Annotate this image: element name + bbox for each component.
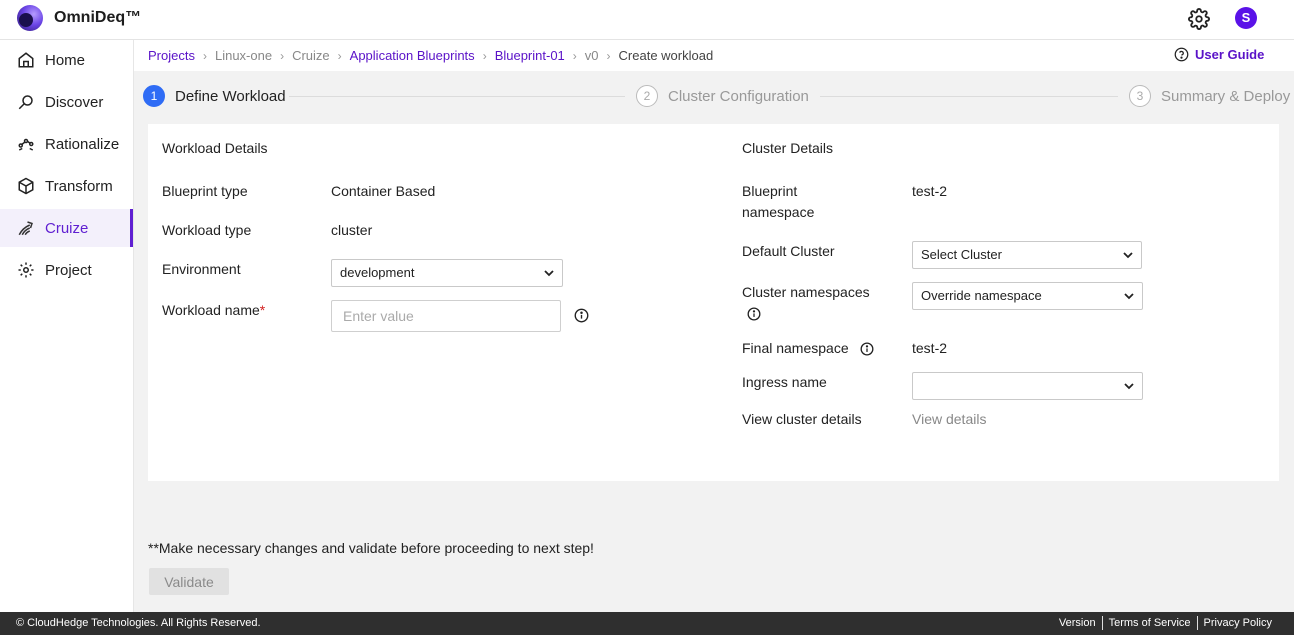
sidebar-item-label: Project: [45, 261, 92, 279]
footer-links: Version Terms of Service Privacy Policy: [1053, 616, 1278, 630]
step-summary-deploy[interactable]: 3 Summary & Deploy: [1129, 85, 1290, 107]
environment-selected-value: development: [340, 265, 415, 280]
rationalize-icon: [18, 138, 34, 151]
environment-select[interactable]: development: [331, 259, 563, 287]
footer-link-terms[interactable]: Terms of Service: [1103, 617, 1197, 629]
breadcrumb-current: Create workload: [618, 48, 714, 63]
workload-name-input[interactable]: [331, 300, 561, 332]
chevron-down-icon: [544, 270, 554, 277]
workload-details-title: Workload Details: [162, 140, 268, 156]
chevron-right-icon: ›: [606, 48, 611, 63]
required-asterisk: *: [259, 302, 266, 318]
ingress-name-label: Ingress name: [742, 374, 827, 390]
settings-gear-icon[interactable]: [1188, 8, 1210, 30]
workload-name-label: Workload name*: [162, 300, 265, 321]
brand-name[interactable]: OmniDeq™: [54, 9, 141, 27]
sidebar: Home Discover Rationalize Transform Crui…: [0, 40, 134, 612]
sidebar-item-label: Cruize: [45, 219, 89, 237]
sidebar-item-cruize[interactable]: Cruize: [0, 209, 133, 247]
step-label: Define Workload: [175, 87, 286, 105]
final-namespace-value: test-2: [912, 340, 948, 356]
environment-label: Environment: [162, 261, 241, 277]
chevron-down-icon: [1124, 383, 1134, 390]
main-content: Projects › Linux-one › Cruize › Applicat…: [134, 40, 1294, 612]
breadcrumb-version: v0: [584, 48, 599, 63]
workload-type-label: Workload type: [162, 222, 252, 238]
user-avatar[interactable]: S: [1235, 7, 1257, 29]
chevron-right-icon: ›: [280, 48, 285, 63]
breadcrumb-linux-one: Linux-one: [214, 48, 273, 63]
default-cluster-select[interactable]: Select Cluster: [912, 241, 1142, 269]
step-number: 2: [636, 85, 658, 107]
sidebar-item-label: Discover: [45, 93, 104, 111]
gear-icon: [18, 262, 34, 278]
user-guide-label: User Guide: [1195, 47, 1265, 62]
chevron-down-icon: [1124, 293, 1134, 300]
blueprint-namespace-label: Blueprint namespace: [742, 183, 815, 220]
workload-name-label-text: Workload name: [162, 302, 260, 318]
default-cluster-selected-value: Select Cluster: [921, 247, 1002, 262]
info-icon[interactable]: [574, 308, 589, 323]
sidebar-item-label: Home: [45, 51, 86, 69]
home-icon: [18, 52, 34, 68]
view-details-link[interactable]: View details: [912, 411, 986, 427]
cube-icon: [18, 177, 34, 195]
step-label: Summary & Deploy: [1161, 87, 1291, 105]
sidebar-item-rationalize[interactable]: Rationalize: [0, 125, 133, 163]
sidebar-item-label: Rationalize: [45, 135, 120, 153]
breadcrumb-application-blueprints[interactable]: Application Blueprints: [350, 48, 475, 63]
step-connector: [289, 96, 625, 97]
help-circle-icon: [1174, 47, 1189, 62]
cruize-icon: [18, 221, 33, 236]
final-namespace-label: Final namespace: [742, 340, 849, 356]
discover-icon: [18, 95, 33, 110]
breadcrumb-bar: Projects › Linux-one › Cruize › Applicat…: [134, 40, 1294, 71]
blueprint-type-value: Container Based: [331, 183, 436, 199]
chevron-right-icon: ›: [337, 48, 342, 63]
chevron-down-icon: [1123, 252, 1133, 259]
footer-link-privacy[interactable]: Privacy Policy: [1198, 617, 1278, 629]
validation-note: **Make necessary changes and validate be…: [148, 540, 594, 556]
chevron-right-icon: ›: [482, 48, 487, 63]
footer: © CloudHedge Technologies. All Rights Re…: [0, 612, 1294, 635]
breadcrumb-projects[interactable]: Projects: [148, 48, 195, 63]
workload-type-value: cluster: [331, 222, 373, 238]
validate-button[interactable]: Validate: [149, 568, 229, 595]
step-label: Cluster Configuration: [668, 87, 809, 105]
copyright-text: © CloudHedge Technologies. All Rights Re…: [16, 617, 261, 629]
view-cluster-details-label: View cluster details: [742, 411, 862, 427]
cluster-details-title: Cluster Details: [742, 140, 834, 156]
breadcrumb: Projects › Linux-one › Cruize › Applicat…: [148, 48, 713, 63]
sidebar-item-project[interactable]: Project: [0, 251, 133, 289]
sidebar-item-label: Transform: [45, 177, 113, 195]
default-cluster-label: Default Cluster: [742, 243, 835, 259]
cluster-namespaces-label: Cluster namespaces: [742, 284, 870, 300]
omnideq-logo[interactable]: [17, 5, 43, 31]
step-define-workload[interactable]: 1 Define Workload: [143, 85, 286, 107]
footer-link-version[interactable]: Version: [1053, 617, 1102, 629]
sidebar-item-home[interactable]: Home: [0, 41, 133, 79]
info-icon[interactable]: [747, 307, 761, 321]
blueprint-namespace-value: test-2: [912, 183, 948, 199]
user-guide-link[interactable]: User Guide: [1174, 47, 1264, 62]
blueprint-type-label: Blueprint type: [162, 183, 248, 199]
chevron-right-icon: ›: [202, 48, 207, 63]
step-number: 1: [143, 85, 165, 107]
breadcrumb-blueprint-01[interactable]: Blueprint-01: [495, 48, 565, 63]
info-icon[interactable]: [860, 342, 874, 356]
top-header: OmniDeq™ S: [0, 0, 1294, 40]
step-cluster-configuration[interactable]: 2 Cluster Configuration: [636, 85, 809, 107]
ingress-name-select[interactable]: [912, 372, 1143, 400]
sidebar-item-transform[interactable]: Transform: [0, 167, 133, 205]
workload-form-card: Workload Details Blueprint type Containe…: [148, 124, 1279, 481]
cluster-namespaces-selected-value: Override namespace: [921, 288, 1042, 303]
step-number: 3: [1129, 85, 1151, 107]
breadcrumb-cruize: Cruize: [292, 48, 330, 63]
sidebar-item-discover[interactable]: Discover: [0, 83, 133, 121]
cluster-namespaces-select[interactable]: Override namespace: [912, 282, 1143, 310]
step-connector: [820, 96, 1118, 97]
chevron-right-icon: ›: [572, 48, 577, 63]
